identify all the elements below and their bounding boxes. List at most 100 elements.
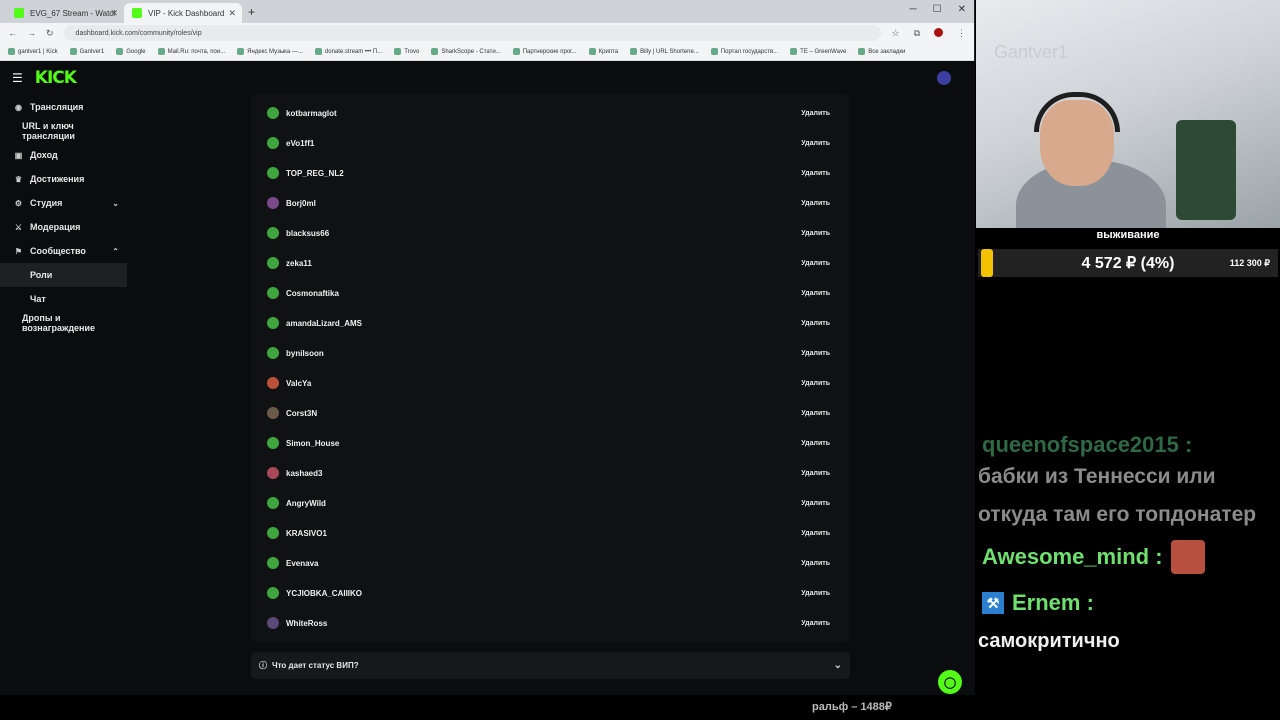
list-item: Simon_House Удалить [259, 428, 842, 458]
username[interactable]: zeka11 [286, 259, 312, 268]
back-icon[interactable]: ← [8, 28, 17, 38]
chat-overlay: queenofspace2015 : бабки из Теннесси или… [976, 430, 1280, 653]
chat-line: ⚒ Ernem : [982, 580, 1280, 626]
avatar [267, 467, 279, 479]
bookmark-item[interactable]: Партнерские прог... [512, 48, 577, 55]
bookmark-item[interactable]: Billy | URL Shortene... [630, 48, 699, 55]
username[interactable]: Corst3N [286, 409, 317, 418]
username[interactable]: ValcYa [286, 379, 311, 388]
bookmark-item[interactable]: gantver1 | Kick [8, 48, 58, 55]
maximize-icon[interactable]: ☐ [933, 4, 942, 15]
username[interactable]: Evenava [286, 559, 318, 568]
bookmark-item[interactable]: Gantver1 [69, 48, 104, 55]
reload-icon[interactable]: ↻ [46, 28, 54, 39]
avatar [267, 137, 279, 149]
new-tab-icon[interactable]: + [248, 5, 255, 19]
sidebar-item-moderation[interactable]: ⚔ Модерация [0, 215, 127, 239]
extensions-icon[interactable]: ⧉ [914, 28, 920, 39]
username[interactable]: TOP_REG_NL2 [286, 169, 344, 178]
bookmark-item[interactable]: Mail.Ru: почта, пои... [157, 48, 225, 55]
tab-stream[interactable]: EVG_67 Stream - Watch Live on ✕ [6, 3, 124, 23]
remove-button[interactable]: Удалить [801, 380, 830, 387]
username[interactable]: Cosmonaftika [286, 289, 339, 298]
remove-button[interactable]: Удалить [801, 620, 830, 627]
username[interactable]: Borj0ml [286, 199, 316, 208]
vip-content: kotbarmaglot Удалить eVo1ff1 Удалить TOP_R… [251, 94, 850, 679]
bookmark-item[interactable]: TE – GreenWave [790, 48, 846, 55]
remove-button[interactable]: Удалить [801, 320, 830, 327]
bookmark-item[interactable]: Trovo [394, 48, 419, 55]
wallet-icon: ▣ [14, 150, 23, 160]
bookmark-item[interactable]: Google [116, 48, 146, 55]
chat-username: Ernem : [1012, 590, 1094, 615]
bookmark-item[interactable]: Крипта [588, 48, 618, 55]
username[interactable]: Simon_House [286, 439, 339, 448]
avatar [267, 227, 279, 239]
sidebar-item-achievements[interactable]: ♛ Достижения [0, 167, 127, 191]
sidebar-item-stream-key[interactable]: URL и ключ трансляции [0, 119, 127, 143]
remove-button[interactable]: Удалить [801, 290, 830, 297]
bookmark-star-icon[interactable]: ☆ [891, 28, 899, 39]
goal-progress-bar: 4 572 ₽ (4%) 112 300 ₽ [978, 249, 1278, 277]
remove-button[interactable]: Удалить [801, 440, 830, 447]
username[interactable]: YCJIOBKA_CAIIIKO [286, 589, 362, 598]
username[interactable]: bynilsoon [286, 349, 324, 358]
bookmark-item[interactable]: Яндекс Музыка —... [237, 48, 303, 55]
sidebar-item-roles[interactable]: Роли [0, 263, 127, 287]
help-button[interactable]: ◯ [938, 670, 962, 694]
chevron-up-icon: ⌃ [112, 246, 119, 256]
sidebar-item-studio[interactable]: ⚙ Студия ⌄ [0, 191, 127, 215]
remove-button[interactable]: Удалить [801, 470, 830, 477]
list-item: WhiteRoss Удалить [259, 608, 842, 638]
url-field[interactable]: dashboard.kick.com/community/roles/vip [63, 25, 882, 41]
close-tab-icon[interactable]: ✕ [228, 8, 236, 19]
remove-button[interactable]: Удалить [801, 230, 830, 237]
chevron-down-icon: ⌄ [833, 660, 842, 671]
remove-button[interactable]: Удалить [801, 110, 830, 117]
minimize-icon[interactable]: ─ [910, 4, 917, 15]
bookmark-item[interactable]: Портал государств... [710, 48, 778, 55]
remove-button[interactable]: Удалить [801, 560, 830, 567]
username[interactable]: WhiteRoss [286, 619, 327, 628]
remove-button[interactable]: Удалить [801, 500, 830, 507]
vip-faq-accordion[interactable]: ⓘ Что дает статус ВИП? ⌄ [251, 652, 850, 679]
list-item: kashaed3 Удалить [259, 458, 842, 488]
username[interactable]: amandaLizard_AMS [286, 319, 362, 328]
remove-button[interactable]: Удалить [801, 530, 830, 537]
close-tab-icon[interactable]: ✕ [110, 8, 118, 19]
bookmark-item[interactable]: SharkScope - Стати... [431, 48, 501, 55]
menu-icon[interactable]: ⋮ [957, 28, 966, 39]
username[interactable]: kotbarmaglot [286, 109, 337, 118]
avatar [267, 557, 279, 569]
remove-button[interactable]: Удалить [801, 200, 830, 207]
remove-button[interactable]: Удалить [801, 590, 830, 597]
profile-icon[interactable] [934, 27, 943, 37]
info-icon: ⓘ [259, 661, 267, 670]
username[interactable]: AngryWild [286, 499, 326, 508]
remove-button[interactable]: Удалить [801, 170, 830, 177]
remove-button[interactable]: Удалить [801, 140, 830, 147]
username[interactable]: eVo1ff1 [286, 139, 314, 148]
sidebar-item-broadcast[interactable]: ◉ Трансляция [0, 95, 127, 119]
forward-icon[interactable]: → [27, 28, 36, 38]
username[interactable]: kashaed3 [286, 469, 322, 478]
avatar [267, 107, 279, 119]
sidebar-item-drops[interactable]: Дропы и вознаграждение [0, 311, 127, 335]
sidebar-item-income[interactable]: ▣ Доход [0, 143, 127, 167]
username[interactable]: KRASIVO1 [286, 529, 327, 538]
username[interactable]: blacksus66 [286, 229, 329, 238]
sidebar-item-chat[interactable]: Чат [0, 287, 127, 311]
tab-bar: EVG_67 Stream - Watch Live on ✕ VIP - Ki… [0, 0, 974, 23]
remove-button[interactable]: Удалить [801, 260, 830, 267]
bookmark-item[interactable]: donate.stream ••• П... [314, 48, 382, 55]
kick-logo[interactable]: KICK [35, 68, 77, 88]
remove-button[interactable]: Удалить [801, 350, 830, 357]
remove-button[interactable]: Удалить [801, 410, 830, 417]
close-window-icon[interactable]: ✕ [958, 4, 966, 15]
tab-vip-dashboard[interactable]: VIP - Kick Dashboard ✕ [124, 3, 242, 23]
bookmark-item[interactable]: Все закладки [858, 48, 905, 55]
user-avatar[interactable] [937, 71, 951, 85]
sidebar-item-community[interactable]: ⚑ Сообщество ⌃ [0, 239, 127, 263]
hamburger-menu-icon[interactable]: ☰ [12, 71, 23, 85]
chevron-down-icon: ⌄ [112, 198, 119, 208]
